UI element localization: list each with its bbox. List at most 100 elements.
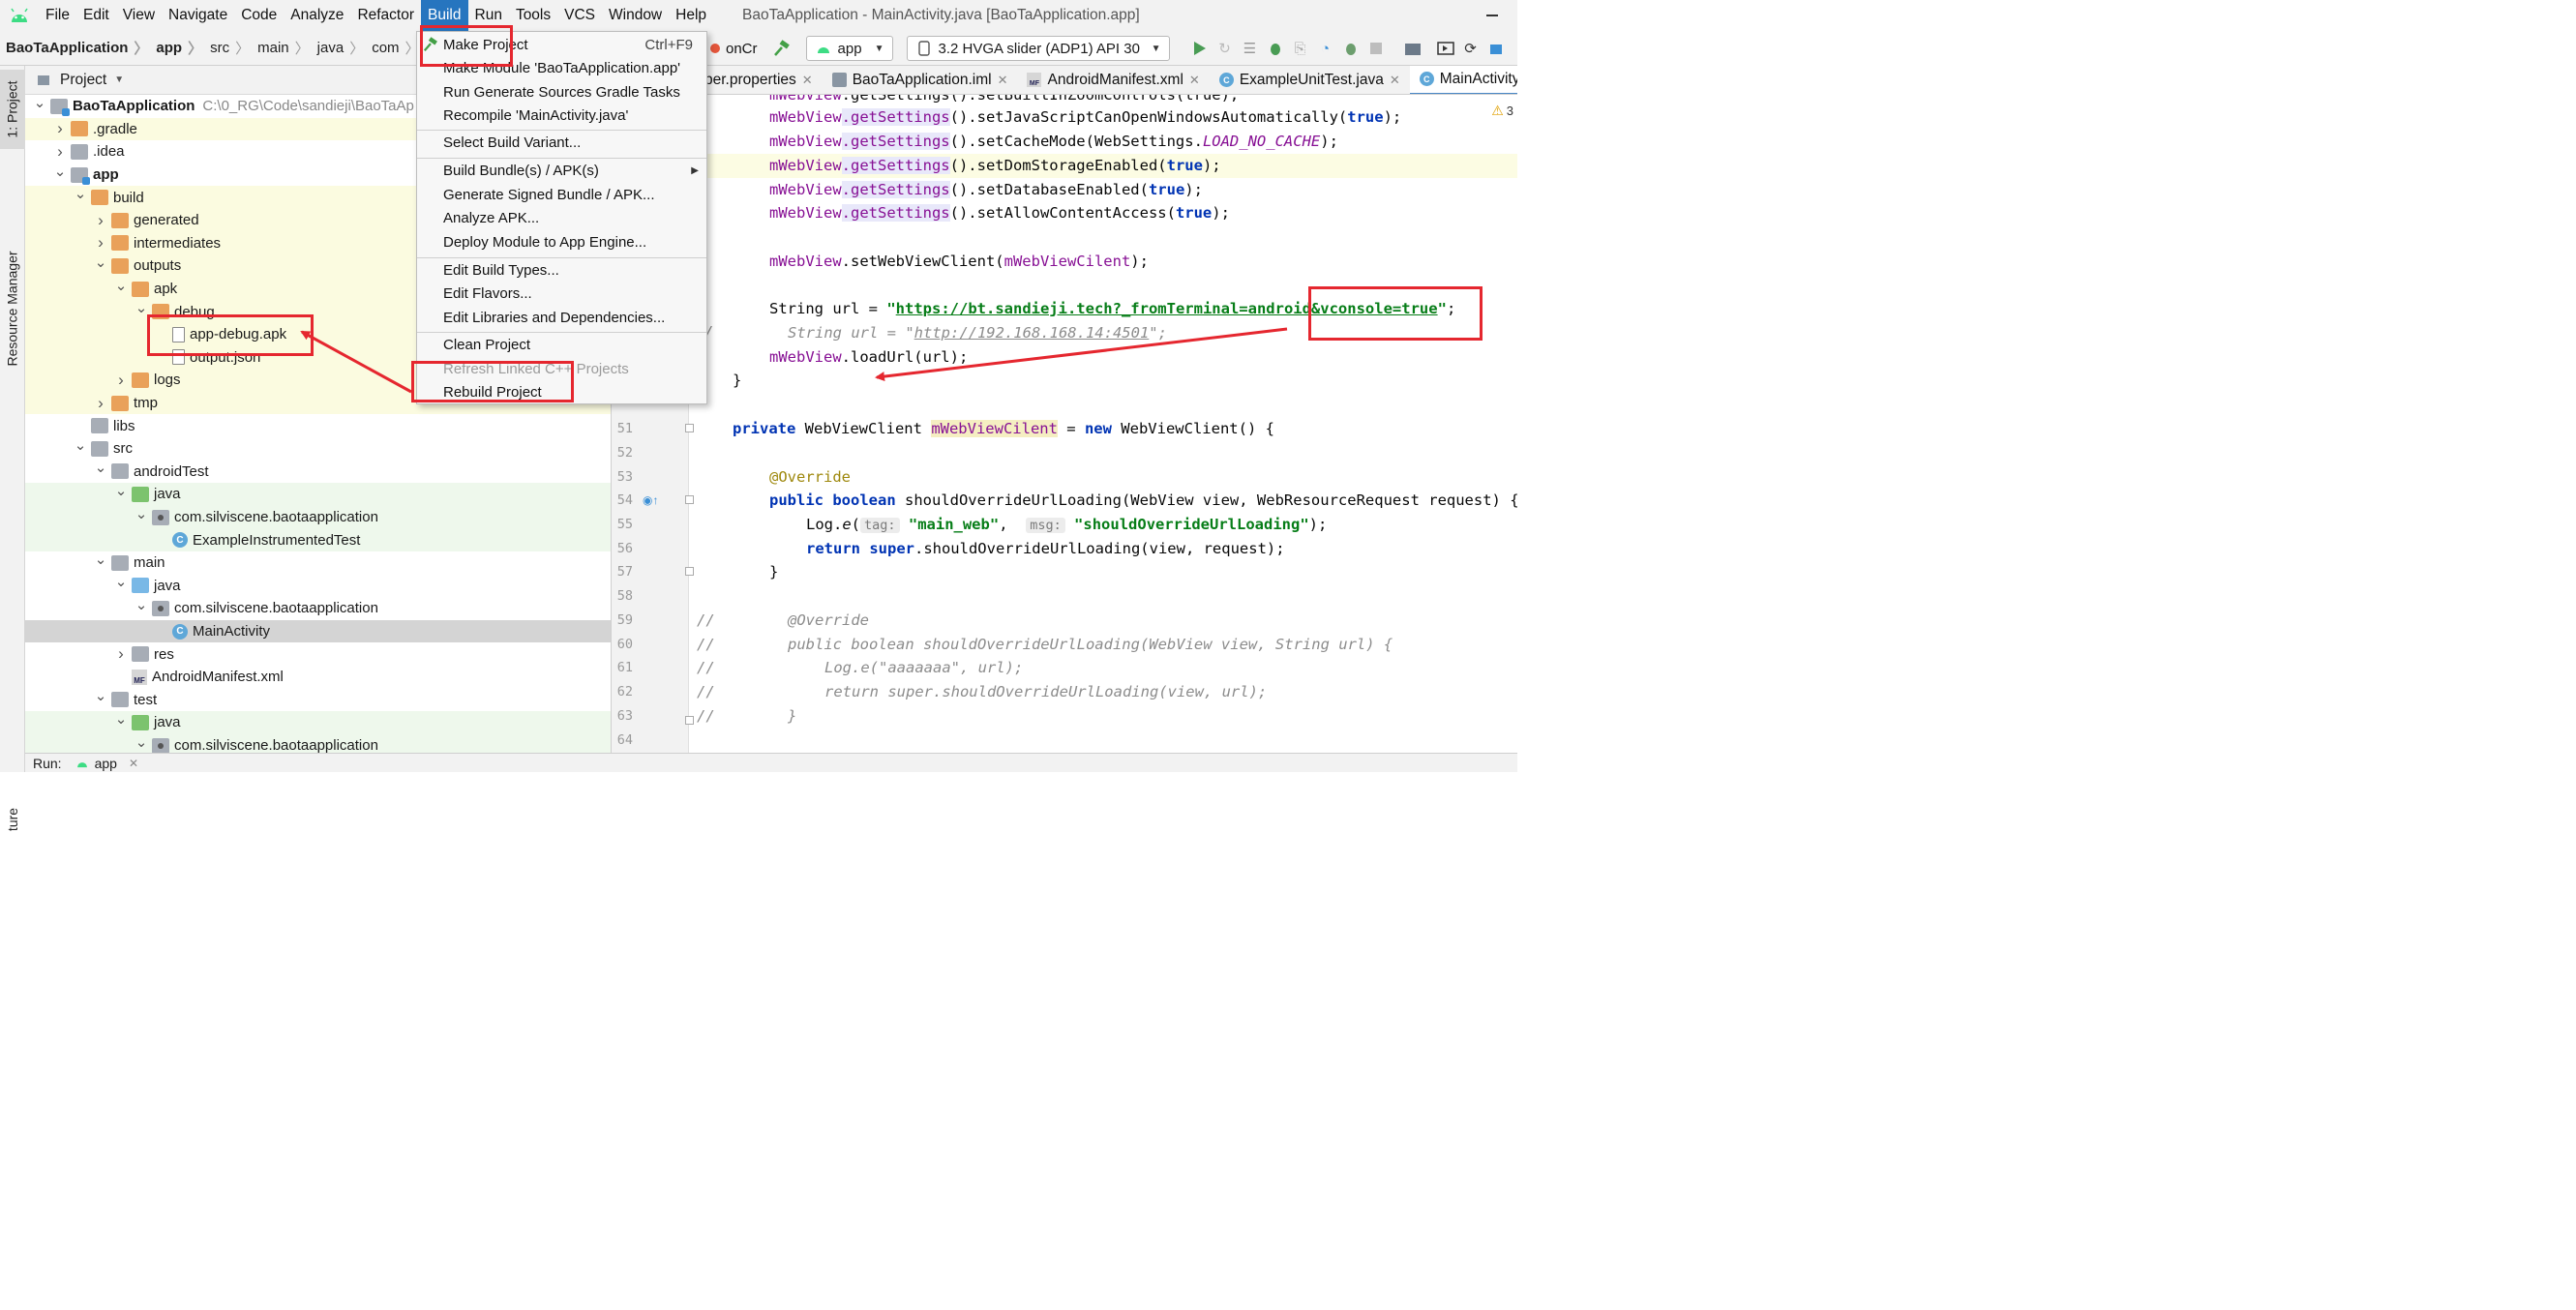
code-line[interactable]: } [689, 369, 1517, 393]
chevron-down-icon[interactable]: ⌄ [135, 505, 148, 522]
attach-debugger-icon[interactable]: ⎘ [1292, 40, 1309, 57]
chevron-down-icon[interactable]: ⌄ [114, 277, 128, 294]
tree-row[interactable]: ⌄ main [25, 551, 611, 575]
code-line-comment[interactable]: } [689, 704, 1517, 729]
code-line[interactable]: mWebView.getSettings().setCacheMode(WebS… [689, 130, 1517, 154]
code-line-comment[interactable]: public boolean shouldOverrideUrlLoading(… [689, 633, 1517, 657]
editor-tab-exampleunittest-java[interactable]: C ExampleUnitTest.java ✕ [1210, 66, 1410, 94]
menu-item-deploy-module-to-app-engine[interactable]: Deploy Module to App Engine... [417, 230, 706, 253]
tree-row[interactable]: ⌄ java [25, 482, 611, 506]
override-marker-icon[interactable]: ◉↑ [643, 493, 658, 507]
code-line[interactable]: mWebView.setWebViewClient(mWebViewCilent… [689, 250, 1517, 274]
breadcrumb-com[interactable]: com 〉 [366, 38, 421, 58]
breadcrumb-src[interactable]: src 〉 [204, 38, 252, 58]
chevron-down-icon[interactable]: ⌄ [114, 710, 128, 728]
chevron-right-icon[interactable]: › [94, 394, 107, 413]
breadcrumb-project[interactable]: BaoTaApplication 〉 [0, 38, 150, 58]
chevron-right-icon[interactable]: › [114, 644, 128, 664]
resource-manager-tool-tab[interactable]: Resource Manager [0, 236, 25, 381]
chevron-down-icon[interactable]: ⌄ [74, 436, 87, 454]
code-line[interactable]: private WebViewClient mWebViewCilent = n… [689, 417, 1517, 441]
apply-code-changes-icon[interactable]: ☰ [1242, 40, 1259, 57]
debug-attach-icon[interactable] [1342, 40, 1360, 57]
menu-help[interactable]: Help [669, 0, 713, 31]
run-icon[interactable] [1191, 40, 1209, 57]
sync-gradle-icon[interactable]: ⟳ [1462, 40, 1480, 57]
run-config-tab[interactable]: app [95, 756, 117, 771]
code-line[interactable]: Log.e(tag: "main_web", msg: "shouldOverr… [689, 513, 1517, 537]
code-line[interactable]: public boolean shouldOverrideUrlLoading(… [689, 489, 1517, 513]
tree-row[interactable]: ⌄ src [25, 436, 611, 461]
tree-row[interactable]: C MainActivity [25, 619, 611, 643]
code-line-comment[interactable]: return super.shouldOverrideUrlLoading(vi… [689, 680, 1517, 704]
close-icon[interactable]: ✕ [129, 757, 138, 770]
tree-row[interactable]: › res [25, 642, 611, 666]
code-line[interactable]: mWebView.loadUrl(url); [689, 345, 1517, 370]
tree-row[interactable]: ⌄ com.silviscene.baotaapplication [25, 596, 611, 620]
chevron-down-icon[interactable]: ⌄ [33, 94, 46, 111]
tree-row[interactable]: MF AndroidManifest.xml [25, 666, 611, 689]
make-project-hammer-icon[interactable] [773, 40, 791, 57]
apply-changes-icon[interactable]: ↻ [1216, 40, 1234, 57]
menu-item-select-build-variant[interactable]: Select Build Variant... [417, 131, 706, 154]
chevron-down-icon[interactable]: ⌄ [94, 687, 107, 704]
chevron-down-icon[interactable]: ⌄ [94, 551, 107, 568]
menu-item-make-module-baotaapplication-app[interactable]: Make Module 'BaoTaApplication.app' [417, 56, 706, 79]
menu-item-edit-libraries-and-dependencies[interactable]: Edit Libraries and Dependencies... [417, 306, 706, 329]
tree-row[interactable]: libs [25, 414, 611, 437]
breadcrumb-java[interactable]: java 〉 [312, 38, 367, 58]
stop-icon[interactable] [1367, 40, 1385, 57]
chevron-down-icon[interactable]: ⌄ [74, 185, 87, 202]
chevron-right-icon[interactable]: › [114, 371, 128, 390]
code-line-url-assignment[interactable]: String url = "https://bt.sandieji.tech?_… [689, 297, 1517, 321]
editor-tab-androidmanifest-xml[interactable]: MF AndroidManifest.xml ✕ [1017, 66, 1209, 94]
editor-tab-mainactivity[interactable]: C MainActivity [1409, 66, 1517, 94]
chevron-down-icon[interactable]: ⌄ [135, 596, 148, 613]
menu-edit[interactable]: Edit [76, 0, 116, 31]
chevron-right-icon[interactable]: › [94, 211, 107, 230]
code-line-comment[interactable]: @Override [689, 609, 1517, 633]
menu-item-run-generate-sources-gradle-tasks[interactable]: Run Generate Sources Gradle Tasks [417, 80, 706, 104]
menu-item-clean-project[interactable]: Clean Project [417, 333, 706, 356]
debug-icon[interactable] [1267, 40, 1284, 57]
sdk-manager-icon[interactable] [1487, 40, 1505, 57]
breadcrumb-app[interactable]: app 〉 [150, 38, 204, 58]
menu-tools[interactable]: Tools [509, 0, 557, 31]
code-line[interactable]: mWebView.getSettings().setAllowContentAc… [689, 201, 1517, 225]
menu-build[interactable]: Build [421, 0, 468, 31]
tree-row[interactable]: ⌄ com.silviscene.baotaapplication [25, 505, 611, 529]
code-line[interactable]: @Override [689, 465, 1517, 490]
chevron-down-icon[interactable]: ⌄ [114, 573, 128, 590]
chevron-right-icon[interactable]: › [53, 142, 67, 162]
code-line-commented-url[interactable]: String url = "http://192.168.168.14:4501… [689, 321, 1517, 345]
run-configuration-combo[interactable]: app ▼ [805, 36, 893, 61]
menu-item-edit-flavors[interactable]: Edit Flavors... [417, 282, 706, 305]
chevron-down-icon[interactable]: ▼ [114, 74, 124, 85]
chevron-down-icon[interactable]: ⌄ [114, 482, 128, 499]
tree-row[interactable]: C ExampleInstrumentedTest [25, 528, 611, 551]
menu-navigate[interactable]: Navigate [162, 0, 234, 31]
menu-refactor[interactable]: Refactor [350, 0, 421, 31]
chevron-down-icon[interactable]: ⌄ [94, 459, 107, 476]
menu-code[interactable]: Code [234, 0, 284, 31]
profile-icon[interactable]: ◔ [1317, 40, 1334, 57]
tree-row[interactable]: ⌄ test [25, 687, 611, 712]
menu-item-generate-signed-bundle-apk[interactable]: Generate Signed Bundle / APK... [417, 183, 706, 206]
menu-window[interactable]: Window [602, 0, 669, 31]
close-tab-icon[interactable]: ✕ [998, 73, 1008, 88]
structure-tool-tab[interactable]: ture [0, 801, 25, 838]
editor-tab-baotaapplication-iml[interactable]: BaoTaApplication.iml ✕ [823, 66, 1018, 94]
menu-item-analyze-apk[interactable]: Analyze APK... [417, 206, 706, 229]
chevron-down-icon[interactable]: ⌄ [135, 733, 148, 751]
menu-item-edit-build-types[interactable]: Edit Build Types... [417, 258, 706, 282]
code-line[interactable]: } [689, 560, 1517, 584]
code-line[interactable]: return super.shouldOverrideUrlLoading(vi… [689, 537, 1517, 561]
tree-row[interactable]: ⌄ java [25, 710, 611, 734]
menu-item-make-project[interactable]: Make Project Ctrl+F9 [417, 33, 706, 56]
device-combo[interactable]: 3.2 HVGA slider (ADP1) API 30 ▼ [906, 36, 1170, 61]
project-structure-icon[interactable] [1404, 40, 1422, 57]
tree-row[interactable]: ⌄ java [25, 573, 611, 598]
menu-run[interactable]: Run [468, 0, 509, 31]
chevron-right-icon[interactable]: › [94, 233, 107, 253]
menu-file[interactable]: File [39, 0, 76, 31]
